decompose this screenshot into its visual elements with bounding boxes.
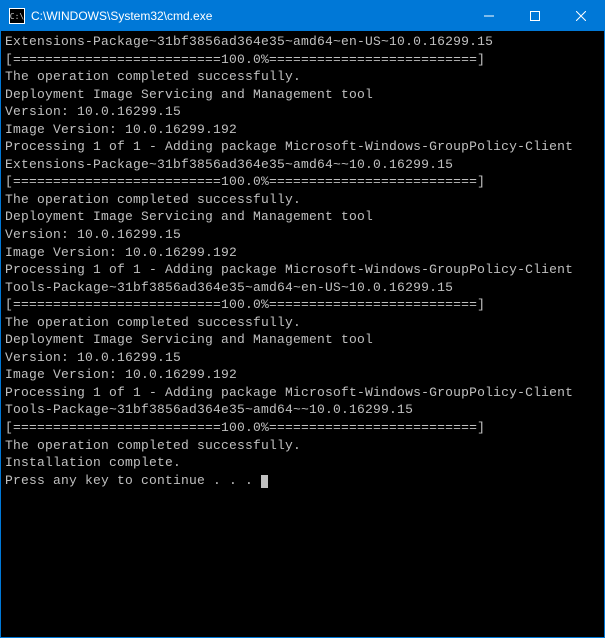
titlebar[interactable]: C:\ C:\WINDOWS\System32\cmd.exe	[1, 1, 604, 31]
terminal-line: The operation completed successfully.	[5, 314, 600, 332]
cmd-icon: C:\	[9, 8, 25, 24]
cmd-window: C:\ C:\WINDOWS\System32\cmd.exe Extensio…	[0, 0, 605, 638]
maximize-button[interactable]	[512, 1, 558, 31]
terminal-line: Deployment Image Servicing and Managemen…	[5, 331, 600, 349]
terminal-line: The operation completed successfully.	[5, 68, 600, 86]
window-controls	[466, 1, 604, 31]
terminal-line: Processing 1 of 1 - Adding package Micro…	[5, 384, 600, 402]
terminal-line: The operation completed successfully.	[5, 437, 600, 455]
terminal-line: Deployment Image Servicing and Managemen…	[5, 208, 600, 226]
terminal-line: Processing 1 of 1 - Adding package Micro…	[5, 138, 600, 156]
terminal-line: Version: 10.0.16299.15	[5, 349, 600, 367]
terminal-line: [==========================100.0%=======…	[5, 173, 600, 191]
terminal-output[interactable]: Extensions-Package~31bf3856ad364e35~amd6…	[1, 31, 604, 637]
press-any-key-prompt: Press any key to continue . . .	[5, 472, 600, 490]
close-button[interactable]	[558, 1, 604, 31]
terminal-line: Image Version: 10.0.16299.192	[5, 121, 600, 139]
terminal-line: [==========================100.0%=======…	[5, 51, 600, 69]
terminal-line: Installation complete.	[5, 454, 600, 472]
terminal-line: Tools-Package~31bf3856ad364e35~amd64~~10…	[5, 401, 600, 419]
minimize-button[interactable]	[466, 1, 512, 31]
window-title: C:\WINDOWS\System32\cmd.exe	[31, 9, 466, 23]
terminal-line: Extensions-Package~31bf3856ad364e35~amd6…	[5, 156, 600, 174]
cursor	[261, 475, 268, 488]
terminal-line: Image Version: 10.0.16299.192	[5, 244, 600, 262]
terminal-line: Tools-Package~31bf3856ad364e35~amd64~en-…	[5, 279, 600, 297]
terminal-line: Deployment Image Servicing and Managemen…	[5, 86, 600, 104]
terminal-line: Extensions-Package~31bf3856ad364e35~amd6…	[5, 33, 600, 51]
terminal-line: [==========================100.0%=======…	[5, 419, 600, 437]
terminal-line: The operation completed successfully.	[5, 191, 600, 209]
terminal-line: Processing 1 of 1 - Adding package Micro…	[5, 261, 600, 279]
terminal-line: Version: 10.0.16299.15	[5, 226, 600, 244]
terminal-line: [==========================100.0%=======…	[5, 296, 600, 314]
terminal-line: Image Version: 10.0.16299.192	[5, 366, 600, 384]
terminal-line: Version: 10.0.16299.15	[5, 103, 600, 121]
